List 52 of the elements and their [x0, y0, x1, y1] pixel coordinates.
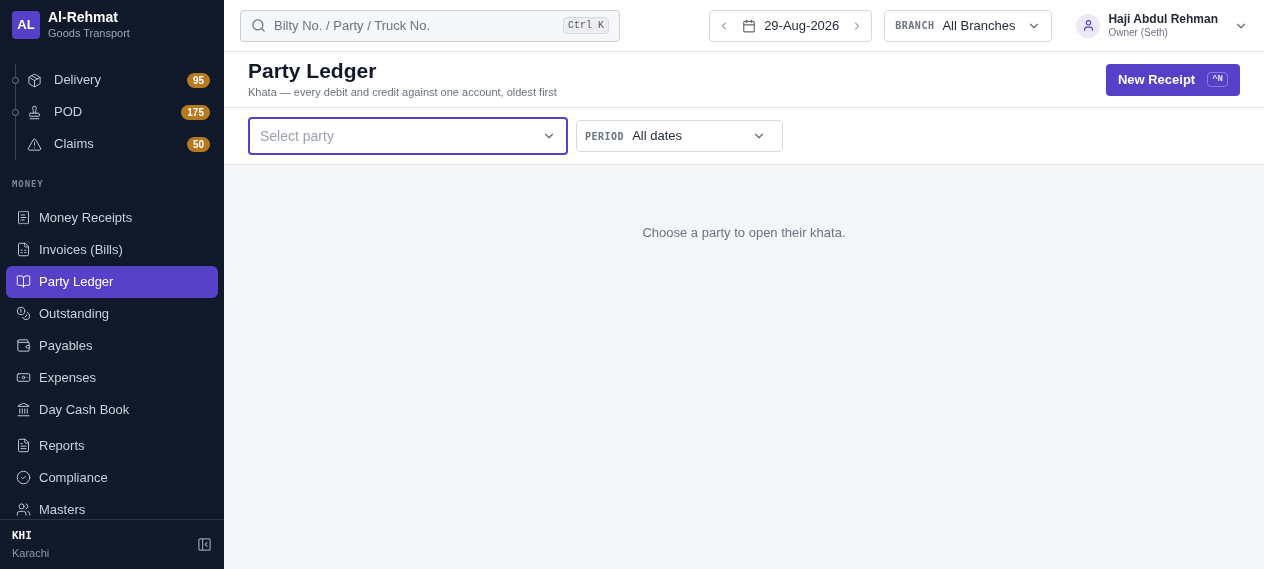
nav-icon [16, 438, 31, 453]
sidebar-item[interactable]: Payables [6, 329, 218, 362]
user-name: Haji Abdul Rehman [1108, 11, 1218, 27]
branch-select[interactable]: BRANCH All Branches [884, 9, 1053, 42]
nav-icon [27, 104, 42, 120]
nav-icon [27, 72, 42, 88]
page-subtitle: Khata — every debit and credit against one account, oldest first [248, 85, 557, 101]
sidebar-item[interactable]: Money Receipts [6, 201, 218, 234]
nav-icon [16, 338, 31, 353]
nav-icon [16, 470, 31, 485]
user-role: Owner (Seth) [1108, 26, 1169, 40]
sidebar-item[interactable]: Expenses [6, 361, 218, 394]
search-field[interactable]: Bilty No. / Party / Truck No. Ctrl K [240, 9, 620, 42]
date-picker[interactable]: 29-Aug-2026 [709, 9, 873, 42]
sidebar-item[interactable]: Invoices (Bills) [6, 233, 218, 266]
section-heading: MONEY [11, 178, 45, 191]
nav-icon [27, 136, 42, 152]
nav-icon [16, 210, 31, 225]
branch-city: Karachi [12, 546, 50, 561]
sidebar-item[interactable]: Day Cash Book [6, 393, 218, 426]
sidebar-item[interactable]: Party Ledger [6, 265, 218, 298]
brand-logo: AL [12, 11, 40, 39]
sidebar-item[interactable]: Reports [6, 429, 218, 462]
user-menu[interactable]: Haji Abdul Rehman Owner (Seth) [1076, 11, 1248, 40]
sidebar-item[interactable]: Delivery 95 [12, 64, 218, 96]
collapse-sidebar-icon[interactable] [197, 537, 212, 552]
nav-icon [16, 502, 31, 517]
sidebar-item[interactable]: Claims 50 [12, 128, 218, 160]
sidebar-item[interactable]: Compliance [6, 461, 218, 494]
nav-icon [16, 370, 31, 385]
nav-icon [16, 274, 31, 289]
nav-icon [16, 306, 31, 321]
new-receipt-button[interactable]: New Receipt ^N [1105, 63, 1240, 96]
calendar-icon [742, 18, 757, 33]
count-badge: 50 [186, 136, 210, 152]
sidebar-item[interactable]: Masters [6, 493, 218, 519]
shortcut-key: Ctrl K [563, 17, 609, 34]
avatar [1076, 13, 1101, 38]
sidebar-item[interactable]: Outstanding [6, 297, 218, 330]
nav-icon [16, 402, 31, 417]
brand-name: Al-Rehmat [48, 9, 119, 27]
count-badge: 95 [186, 72, 210, 88]
nav-icon [16, 242, 31, 257]
count-badge: 175 [181, 104, 210, 120]
brand-subtitle: Goods Transport [48, 26, 130, 41]
sidebar-item[interactable]: POD 175 [12, 96, 218, 128]
branch-code: KHI [12, 528, 33, 543]
period-select[interactable]: PERIOD All dates [576, 120, 783, 152]
page-title: Party Ledger [248, 58, 378, 85]
empty-state-message: Choose a party to open their khata. [642, 224, 846, 242]
search-icon [251, 18, 266, 33]
date-value: 29-Aug-2026 [764, 16, 840, 35]
